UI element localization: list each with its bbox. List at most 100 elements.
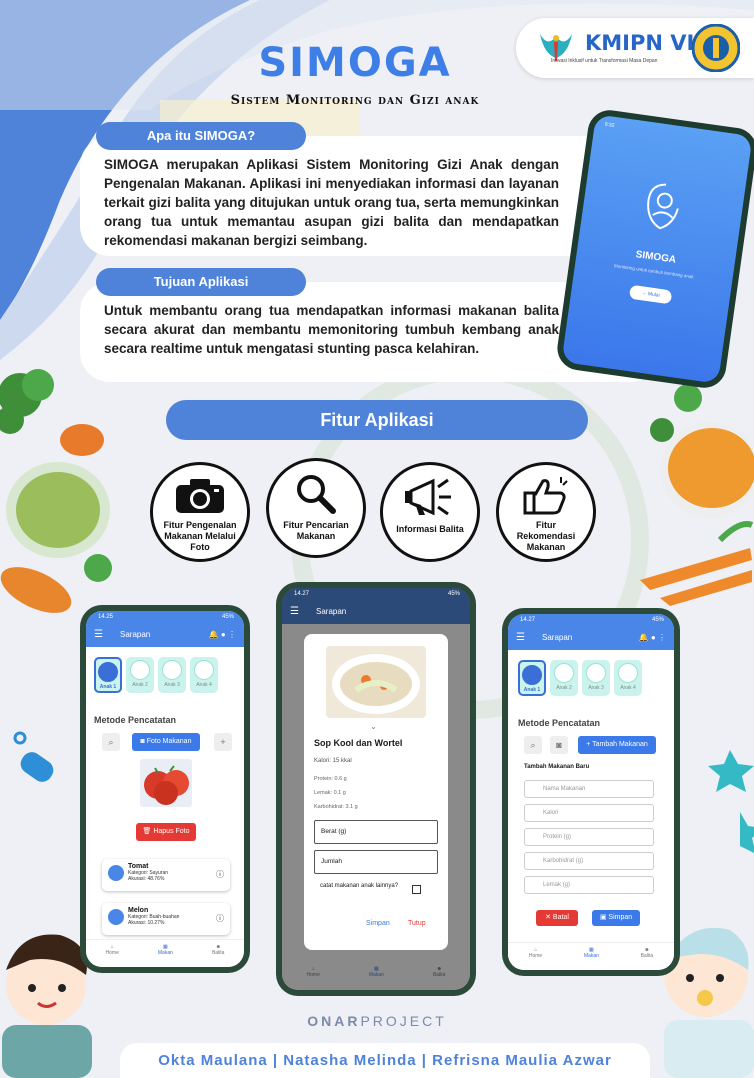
event-logo-text: KMIPN VI (585, 31, 695, 55)
photo-food-button[interactable]: ◙ Foto Makanan (132, 733, 200, 751)
splash-screen: 9:32 SIMOGA Monitoring untuk tumbuh kemb… (561, 114, 753, 384)
kid-label: Anak 3 (588, 685, 604, 691)
status-battery: 45% (447, 591, 460, 597)
phone-left-screen: 14.25 45% ☰ Sarapan 🔔 ● ⋮ Anak 1 Anak 2 Ana… (86, 611, 244, 967)
add-icon[interactable]: + (214, 733, 232, 751)
status-bar: 14.27 45% (508, 614, 674, 626)
add-food-button[interactable]: + Tambah Makanan (578, 736, 656, 754)
kid-label: Anak 3 (164, 682, 180, 688)
phone-right-screen: 14.27 45% ☰ Sarapan 🔔 ● ⋮ Anak 1 Anak 2 Ana… (508, 614, 674, 970)
delete-photo-label: Hapus Foto (153, 828, 190, 835)
kid-tab[interactable]: Anak 3 (158, 657, 186, 693)
app-bar: ☰ Sarapan 🔔 ● ⋮ (86, 623, 244, 647)
kid-tab[interactable]: Anak 2 (550, 660, 578, 696)
food-accuracy: Akurasi: 48.76% (128, 876, 165, 882)
kid-tab[interactable]: Anak 4 (614, 660, 642, 696)
feature-label: Informasi Balita (396, 524, 464, 534)
team-brand: ONARPROJECT (0, 1013, 754, 1029)
close-button[interactable]: Tutup (408, 920, 426, 927)
protein-field[interactable]: Protein (g) (524, 828, 654, 846)
food-name-field[interactable]: Nama Makanan (524, 780, 654, 798)
nav-label: Makan (583, 953, 599, 959)
university-seal-icon (692, 24, 740, 72)
feature-food-search: Fitur Pencarian Makanan (266, 458, 366, 558)
food-icon (108, 864, 124, 881)
kid-tab[interactable]: Anak 2 (126, 657, 154, 693)
carbs-field[interactable]: Karbohidrat (g) (524, 852, 654, 870)
form-title: Tambah Makanan Baru (524, 764, 590, 770)
nav-makan[interactable]: ▦ Makan (584, 947, 599, 970)
food-result-card[interactable]: Melon Kategori: Buah-buahan Akurasi: 10.27… (102, 903, 230, 935)
nav-balita[interactable]: ☻ Balita (212, 944, 225, 967)
other-child-label: catat makanan anak lainnya? (320, 883, 399, 889)
kid-label: Anak 1 (523, 687, 541, 693)
nav-home[interactable]: ⌂ Home (106, 944, 119, 967)
nav-home[interactable]: ⌂ Home (529, 947, 542, 970)
food-accuracy: Akurasi: 10.27% (128, 920, 165, 926)
menu-icon[interactable]: ☰ (94, 623, 103, 647)
chevron-down-icon[interactable]: ⌄ (370, 722, 377, 731)
nav-makan[interactable]: ▦ Makan (158, 944, 173, 967)
phone-right: 14.27 45% ☰ Sarapan 🔔 ● ⋮ Anak 1 Anak 2 Ana… (502, 608, 680, 976)
nav-balita[interactable]: ☻ Balita (433, 966, 446, 990)
kid-label: Anak 4 (196, 682, 212, 688)
splash-start-button[interactable]: → Mulai (628, 284, 673, 305)
kid-tab[interactable]: Anak 4 (190, 657, 218, 693)
kmipn-emblem-icon (540, 34, 572, 61)
calories-field[interactable]: Kalori (524, 804, 654, 822)
kid-tab[interactable]: Anak 3 (582, 660, 610, 696)
other-child-checkbox[interactable] (412, 885, 421, 894)
dish-fat: Lemak: 0.1 g (314, 790, 346, 796)
app-bar-title: Sarapan (542, 633, 573, 642)
save-label: Simpan (608, 914, 633, 921)
phone-middle-screen: 14.27 45% ☰ Sarapan ⌄ Sop Kool dan Wortel… (282, 588, 470, 990)
bell-icon[interactable]: 🔔 ● ⋮ (209, 623, 236, 647)
phone-left: 14.25 45% ☰ Sarapan 🔔 ● ⋮ Anak 1 Anak 2 Ana… (80, 605, 250, 973)
app-bar-title: Sarapan (316, 607, 347, 616)
search-icon[interactable]: ⌕ (102, 733, 120, 751)
app-subtitle: Sistem Monitoring dan Gizi anak (230, 93, 480, 108)
menu-icon[interactable]: ☰ (290, 600, 299, 624)
camera-icon[interactable]: ◙ (550, 736, 568, 754)
kid-tab[interactable]: Anak 1 (94, 657, 122, 693)
kid-tab[interactable]: Anak 1 (518, 660, 546, 696)
tomato-photo (140, 759, 192, 807)
event-logo-tagline: Inovasi Inklusif untuk Transformasi Masa… (551, 58, 658, 64)
section-title: Metode Pencatatan (518, 718, 601, 728)
status-time: 14.25 (98, 614, 114, 620)
cancel-label: Batal (552, 914, 569, 921)
cancel-button[interactable]: ✕ Batal (536, 910, 578, 926)
nav-label: Balita (640, 953, 654, 959)
fat-field[interactable]: Lemak (g) (524, 876, 654, 894)
menu-icon[interactable]: ☰ (516, 626, 525, 650)
food-icon (108, 908, 124, 925)
nav-home[interactable]: ⌂ Home (307, 966, 320, 990)
delete-photo-button[interactable]: 🗑 Hapus Foto (136, 823, 196, 841)
dish-protein: Protein: 0.6 g (314, 776, 347, 782)
save-button[interactable]: Simpan (366, 920, 390, 927)
feature-label: Fitur Pengenalan Makanan Melalui Foto (163, 520, 237, 552)
weight-input[interactable]: Berat (g) (314, 820, 438, 844)
about-text: SIMOGA merupakan Aplikasi Sistem Monitor… (104, 157, 559, 248)
nav-makan[interactable]: ▦ Makan (369, 966, 384, 990)
megaphone-icon (405, 478, 451, 516)
save-button[interactable]: ▣ Simpan (592, 910, 640, 926)
phone-middle: 14.27 45% ☰ Sarapan ⌄ Sop Kool dan Wortel… (276, 582, 476, 996)
bell-icon[interactable]: 🔔 ● ⋮ (639, 626, 666, 650)
mother-child-logo-icon (647, 183, 679, 230)
nav-balita[interactable]: ☻ Balita (641, 947, 654, 970)
section-title: Metode Pencatatan (94, 715, 177, 725)
add-food-label: Tambah Makanan (592, 741, 648, 748)
nav-label: Home (528, 953, 543, 959)
kid-label: Anak 1 (99, 684, 117, 690)
food-result-card[interactable]: Tomat Kategori: Sayuran Akurasi: 48.76% ⓘ (102, 859, 230, 891)
team-members: Okta Maulana | Natasha Melinda | Refrisn… (120, 1043, 650, 1078)
quantity-input[interactable]: Jumlah (314, 850, 438, 874)
search-icon[interactable]: ⌕ (524, 736, 542, 754)
brand-light: PROJECT (360, 1013, 447, 1029)
info-icon[interactable]: ⓘ (216, 913, 224, 924)
feature-photo-recognition: Fitur Pengenalan Makanan Melalui Foto (150, 462, 250, 562)
kid-label: Anak 4 (620, 685, 636, 691)
info-icon[interactable]: ⓘ (216, 869, 224, 880)
bottom-nav: ⌂ Home ▦ Makan ☻ Balita (282, 962, 470, 990)
